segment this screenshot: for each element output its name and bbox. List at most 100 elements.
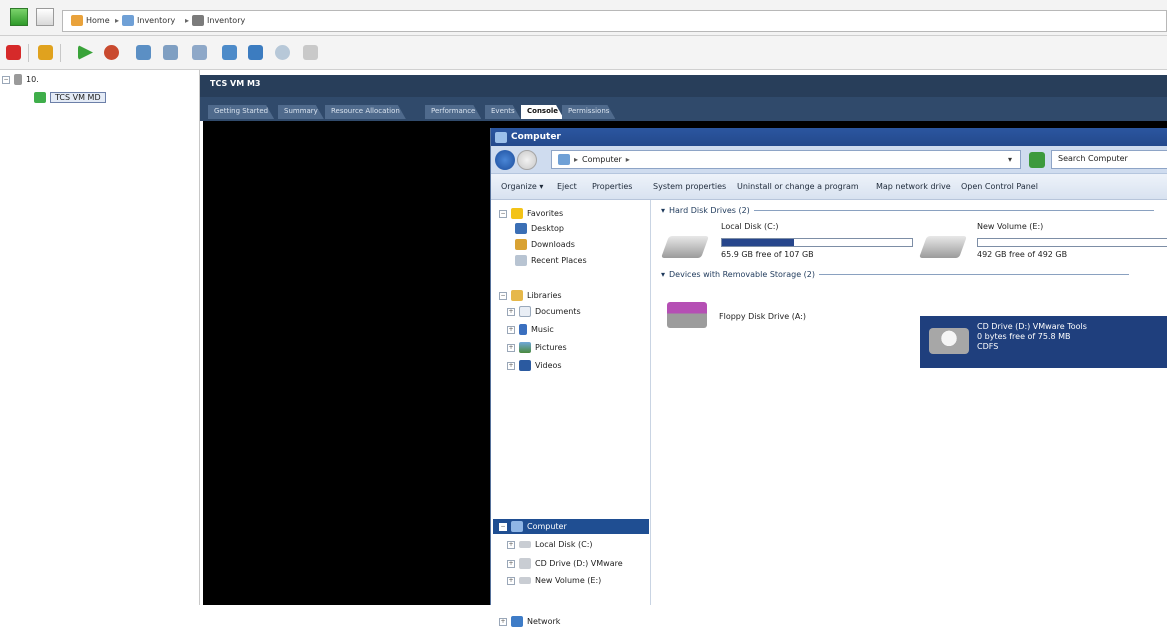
revert-snapshot-icon[interactable] [163, 45, 178, 60]
expand-icon[interactable]: + [507, 576, 515, 585]
drive-e-free-space: 492 GB free of 492 GB [977, 250, 1068, 259]
nav-item-cd-drive[interactable]: + CD Drive (D:) VMware [507, 558, 623, 569]
breadcrumb-home[interactable]: Home [71, 15, 110, 26]
drive-a[interactable]: Floppy Disk Drive (A:) [719, 312, 806, 321]
power-off-icon[interactable] [6, 45, 21, 60]
collapse-icon[interactable]: − [499, 291, 507, 300]
computer-icon [558, 154, 570, 165]
drive-e[interactable]: New Volume (E:) [977, 222, 1043, 231]
music-icon [519, 324, 527, 335]
tree-item-vm[interactable]: TCS VM MD [34, 92, 106, 103]
reset-icon[interactable] [104, 45, 119, 60]
tab-resource-allocation[interactable]: Resource Allocation [325, 105, 406, 119]
nav-item-favorites[interactable]: − Favorites [499, 208, 563, 219]
search-input[interactable]: Search Computer [1051, 150, 1167, 169]
migrate-icon[interactable] [248, 45, 263, 60]
uninstall-program-button[interactable]: Uninstall or change a program [737, 182, 859, 191]
collapse-icon[interactable]: − [499, 209, 507, 218]
nav-item-computer[interactable]: − Computer [499, 521, 567, 532]
nav-item-downloads[interactable]: Downloads [515, 239, 575, 250]
nav-item-network[interactable]: + Network [499, 616, 560, 627]
drive-d: CD Drive (D:) VMware Tools 0 bytes free … [977, 322, 1087, 352]
map-network-drive-button[interactable]: Map network drive [876, 182, 951, 191]
nav-item-libraries[interactable]: − Libraries [499, 290, 562, 301]
drive-c-usage-fill [722, 239, 795, 246]
nav-item-music[interactable]: + Music [507, 324, 554, 335]
expand-icon[interactable]: + [507, 343, 515, 352]
address-text: Computer [582, 155, 622, 164]
vm-toolbar [0, 36, 1167, 70]
group-label: Hard Disk Drives (2) [669, 206, 750, 215]
open-control-panel-button[interactable]: Open Control Panel [961, 182, 1038, 191]
expand-icon[interactable]: + [507, 361, 515, 370]
collapse-icon[interactable]: − [2, 75, 10, 84]
collapse-icon[interactable]: − [499, 522, 507, 531]
expand-icon[interactable]: + [499, 617, 507, 626]
nav-label: CD Drive (D:) VMware [535, 559, 623, 568]
tree-vm-label: TCS VM MD [50, 92, 106, 103]
back-icon[interactable] [495, 150, 515, 170]
drive-d-free-space: 0 bytes free of 75.8 MB [977, 332, 1071, 341]
forward-icon[interactable] [517, 150, 537, 170]
tab-performance[interactable]: Performance [425, 105, 481, 119]
expand-icon[interactable]: + [507, 559, 515, 568]
nav-item-videos[interactable]: + Videos [507, 360, 562, 371]
libraries-icon [511, 290, 523, 301]
chevron-down-icon[interactable]: ▾ [1008, 155, 1012, 164]
vm-header: TCS VM M3 [200, 75, 1167, 97]
tab-events[interactable]: Events [485, 105, 521, 119]
group-divider [819, 274, 1129, 275]
snapshot-manager-icon[interactable] [192, 45, 207, 60]
tree-item-host[interactable]: − 10. [2, 74, 39, 85]
group-hard-disk-drives[interactable]: ▾ Hard Disk Drives (2) [661, 206, 1154, 215]
system-properties-button[interactable]: System properties [653, 182, 726, 191]
power-on-icon[interactable] [78, 45, 93, 60]
nav-label: Pictures [535, 343, 567, 352]
forward-icon[interactable] [36, 8, 54, 26]
nav-item-local-disk[interactable]: + Local Disk (C:) [507, 540, 593, 549]
suspend-icon[interactable] [38, 45, 53, 60]
eject-button[interactable]: Eject [557, 182, 577, 191]
drive-c[interactable]: Local Disk (C:) [721, 222, 779, 231]
tab-console[interactable]: Console [521, 105, 564, 119]
datacenter-icon [192, 15, 205, 26]
back-icon[interactable] [10, 8, 28, 26]
tab-permissions[interactable]: Permissions [562, 105, 615, 119]
nav-item-recent-places[interactable]: Recent Places [515, 255, 587, 266]
breadcrumb-inventory-1[interactable]: ▸ Inventory [115, 15, 175, 26]
nav-item-new-volume[interactable]: + New Volume (E:) [507, 576, 601, 585]
nav-item-desktop[interactable]: Desktop [515, 223, 564, 234]
address-bar[interactable]: ▸ Computer ▸ ▾ [551, 150, 1021, 169]
nav-item-documents[interactable]: + Documents [507, 306, 581, 317]
desktop-icon [515, 223, 527, 234]
expand-icon[interactable]: + [507, 325, 515, 334]
snapshot-icon[interactable] [136, 45, 151, 60]
network-icon [511, 616, 523, 627]
expand-icon[interactable]: + [507, 307, 515, 316]
edit-icon[interactable] [303, 45, 318, 60]
expand-icon[interactable]: + [507, 540, 515, 549]
nav-item-pictures[interactable]: + Pictures [507, 342, 567, 353]
toolbar-divider [28, 44, 29, 62]
console-icon[interactable] [222, 45, 237, 60]
top-nav-bar: Home ▸ Inventory ▸ Inventory [0, 0, 1167, 36]
group-label: Devices with Removable Storage (2) [669, 270, 815, 279]
cd-drive-icon [519, 558, 531, 569]
breadcrumb-inventory-2[interactable]: ▸ Inventory [185, 15, 245, 26]
breadcrumb-inventory-label: Inventory [137, 16, 176, 25]
group-removable-storage[interactable]: ▾ Devices with Removable Storage (2) [661, 270, 1129, 279]
tab-summary[interactable]: Summary [278, 105, 324, 119]
chevron-right-icon: ▸ [574, 155, 579, 164]
refresh-icon[interactable] [1029, 152, 1045, 168]
pictures-icon [519, 342, 531, 353]
tab-getting-started[interactable]: Getting Started [208, 105, 274, 119]
downloads-icon [515, 239, 527, 250]
settings-icon[interactable] [275, 45, 290, 60]
chevron-right-icon: ▸ [185, 16, 190, 25]
nav-label: Documents [535, 307, 581, 316]
organize-button[interactable]: Organize ▾ [501, 182, 543, 191]
nav-label: Downloads [531, 240, 575, 249]
nav-label: New Volume (E:) [535, 576, 602, 585]
properties-button[interactable]: Properties [592, 182, 632, 191]
chevron-right-icon: ▸ [115, 16, 120, 25]
